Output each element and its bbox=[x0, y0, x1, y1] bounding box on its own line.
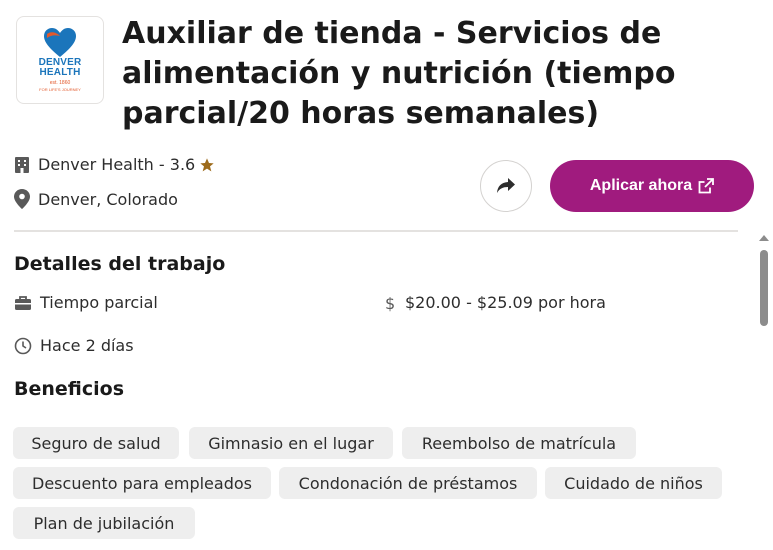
logo-est: est. 1860 bbox=[49, 80, 71, 86]
location-pin-icon bbox=[14, 189, 30, 209]
dollar-icon: $ bbox=[385, 294, 395, 312]
pay-row: $ $20.00 - $25.09 por hora bbox=[383, 293, 606, 312]
job-details-heading: Detalles del trabajo bbox=[14, 253, 226, 275]
external-link-icon bbox=[698, 178, 715, 194]
job-title: Auxiliar de tienda - Servicios de alimen… bbox=[122, 16, 676, 131]
logo-text-line2: HEALTH bbox=[39, 67, 81, 78]
company-name[interactable]: Denver Health - 3.6 bbox=[38, 155, 195, 174]
posted-row: Hace 2 días bbox=[14, 336, 134, 355]
job-type-row: Tiempo parcial bbox=[14, 293, 158, 312]
benefit-chip: Cuidado de niños bbox=[545, 467, 722, 499]
benefits-heading: Beneficios bbox=[14, 378, 125, 400]
posted-text: Hace 2 días bbox=[40, 336, 134, 355]
benefit-chip: Gimnasio en el lugar bbox=[189, 427, 393, 459]
briefcase-icon bbox=[15, 295, 31, 310]
share-icon bbox=[497, 178, 515, 193]
scroll-up-arrow-icon[interactable] bbox=[759, 235, 769, 241]
pay-text: $20.00 - $25.09 por hora bbox=[405, 293, 606, 312]
benefit-chip: Reembolso de matrícula bbox=[402, 427, 636, 459]
building-icon bbox=[15, 156, 29, 173]
company-logo: DENVER HEALTH est. 1860 FOR LIFE'S JOURN… bbox=[16, 16, 104, 104]
clock-icon bbox=[14, 337, 32, 354]
heart-logo-icon bbox=[44, 28, 76, 57]
scrollbar-thumb[interactable] bbox=[760, 250, 768, 326]
job-type-text: Tiempo parcial bbox=[40, 293, 158, 312]
benefit-chip: Condonación de préstamos bbox=[279, 467, 537, 499]
section-divider bbox=[14, 230, 738, 232]
star-icon bbox=[200, 157, 214, 171]
share-button[interactable] bbox=[480, 160, 532, 212]
apply-now-button[interactable]: Aplicar ahora bbox=[550, 160, 754, 212]
benefit-chip: Descuento para empleados bbox=[13, 467, 271, 499]
benefit-chip: Seguro de salud bbox=[13, 427, 179, 459]
company-row: Denver Health - 3.6 bbox=[14, 155, 223, 174]
logo-tagline: FOR LIFE'S JOURNEY bbox=[39, 87, 81, 92]
svg-text:$: $ bbox=[385, 294, 395, 312]
apply-now-label: Aplicar ahora bbox=[589, 177, 693, 194]
location-text: Denver, Colorado bbox=[38, 189, 178, 209]
location-row: Denver, Colorado bbox=[14, 189, 178, 209]
benefit-chip: Plan de jubilación bbox=[13, 507, 195, 539]
